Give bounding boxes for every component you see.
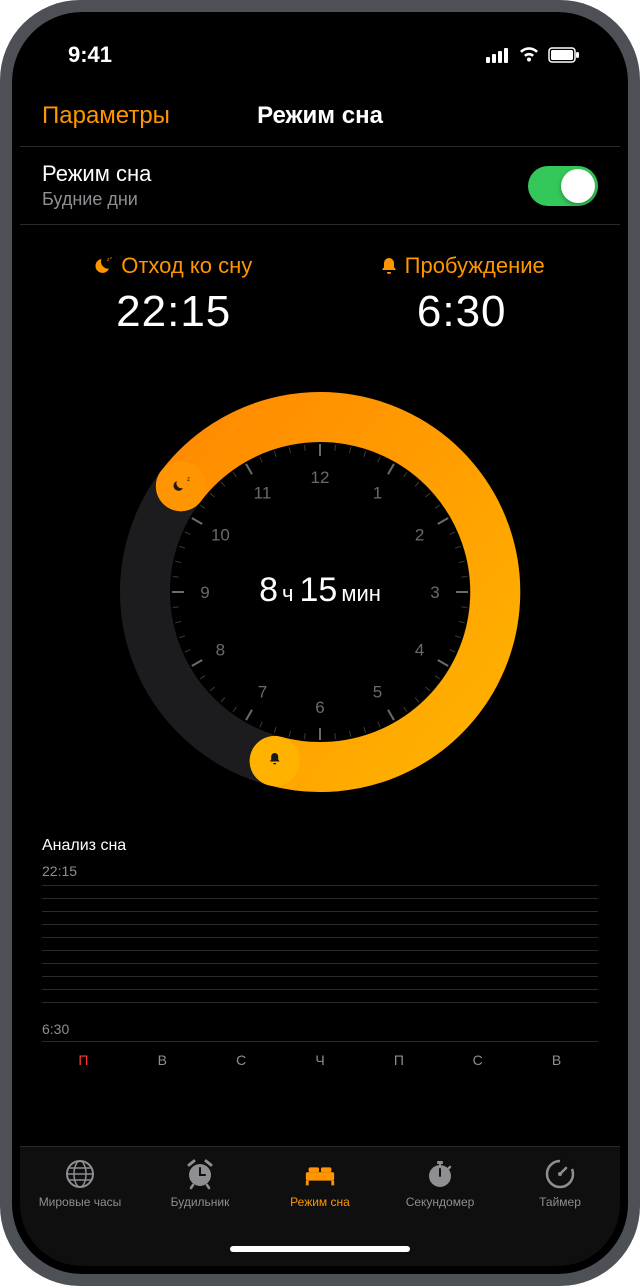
nav-back-button[interactable]: Параметры	[42, 102, 170, 130]
sleep-mode-subtitle: Будние дни	[42, 189, 151, 210]
wake-label-text: Пробуждение	[405, 253, 545, 279]
wake-block: Пробуждение 6:30	[379, 253, 545, 337]
svg-text:8: 8	[216, 641, 225, 660]
day-label: П	[44, 1052, 123, 1068]
phone-bezel: 9:41 Параметры Режим сна Режим сна Будни…	[12, 12, 628, 1274]
bedtime-handle[interactable]: z	[156, 461, 206, 511]
tab-label: Таймер	[539, 1195, 581, 1209]
svg-text:z: z	[110, 256, 112, 260]
notch	[190, 20, 450, 70]
svg-text:6: 6	[315, 698, 324, 717]
sleep-mode-title: Режим сна	[42, 161, 151, 187]
bell-icon	[379, 256, 399, 276]
duration-text: 8ч15мин	[259, 571, 381, 609]
day-label: Ч	[281, 1052, 360, 1068]
alarm-icon	[183, 1157, 217, 1191]
day-label: В	[517, 1052, 596, 1068]
tab-label: Будильник	[171, 1195, 230, 1209]
svg-text:10: 10	[211, 526, 230, 545]
sleep-analysis: Анализ сна 22:15 6:30 ПВСЧПСВ	[20, 837, 620, 1068]
phone-frame: 9:41 Параметры Режим сна Режим сна Будни…	[0, 0, 640, 1286]
bedtime-block: zz Отход ко сну 22:15	[95, 253, 252, 337]
bedtime-label: zz Отход ко сну	[95, 253, 252, 279]
world-clock-icon	[63, 1157, 97, 1191]
analysis-title: Анализ сна	[42, 837, 598, 855]
svg-text:5: 5	[373, 683, 382, 702]
times-row: zz Отход ко сну 22:15 Пробуждение 6:30	[20, 225, 620, 357]
bedtime-icon	[303, 1157, 337, 1191]
nav-title: Режим сна	[257, 102, 383, 130]
day-label: П	[359, 1052, 438, 1068]
sleep-mode-switch[interactable]	[528, 166, 598, 206]
tab-label: Режим сна	[290, 1195, 350, 1209]
switch-knob	[561, 169, 595, 203]
analysis-grid	[42, 885, 598, 1015]
svg-text:3: 3	[430, 583, 439, 602]
day-label: В	[123, 1052, 202, 1068]
day-label: С	[438, 1052, 517, 1068]
wake-label: Пробуждение	[379, 253, 545, 279]
status-time: 9:41	[68, 42, 112, 68]
sleep-mode-row: Режим сна Будние дни	[20, 146, 620, 225]
sleep-dial[interactable]: 121234567891011 8ч15мин z	[20, 357, 620, 837]
tab-timer[interactable]: Таймер	[500, 1157, 620, 1266]
home-indicator[interactable]	[230, 1246, 410, 1252]
status-icons	[486, 47, 580, 63]
svg-text:4: 4	[415, 641, 424, 660]
analysis-bottom-time: 6:30	[42, 1021, 598, 1037]
tab-label: Секундомер	[406, 1195, 475, 1209]
moon-icon: zz	[95, 256, 115, 276]
timer-icon	[543, 1157, 577, 1191]
wake-handle[interactable]	[250, 736, 300, 786]
svg-text:2: 2	[415, 526, 424, 545]
analysis-top-time: 22:15	[42, 863, 598, 879]
svg-text:9: 9	[200, 583, 209, 602]
wake-value: 6:30	[379, 287, 545, 337]
battery-icon	[548, 47, 580, 63]
cellular-icon	[486, 47, 510, 63]
screen: 9:41 Параметры Режим сна Режим сна Будни…	[20, 20, 620, 1266]
nav-bar: Параметры Режим сна	[20, 90, 620, 146]
bedtime-value: 22:15	[95, 287, 252, 337]
tab-world-clock[interactable]: Мировые часы	[20, 1157, 140, 1266]
day-label: С	[202, 1052, 281, 1068]
svg-text:12: 12	[311, 468, 330, 487]
bedtime-label-text: Отход ко сну	[121, 253, 252, 279]
dial-svg: 121234567891011 8ч15мин z	[105, 377, 535, 807]
svg-text:z: z	[187, 477, 190, 483]
wifi-icon	[518, 47, 540, 63]
sleep-mode-labels: Режим сна Будние дни	[42, 161, 151, 210]
svg-text:7: 7	[258, 683, 267, 702]
svg-text:11: 11	[254, 483, 272, 502]
tab-label: Мировые часы	[39, 1195, 122, 1209]
svg-text:1: 1	[373, 483, 382, 502]
stopwatch-icon	[423, 1157, 457, 1191]
analysis-day-labels: ПВСЧПСВ	[42, 1042, 598, 1068]
